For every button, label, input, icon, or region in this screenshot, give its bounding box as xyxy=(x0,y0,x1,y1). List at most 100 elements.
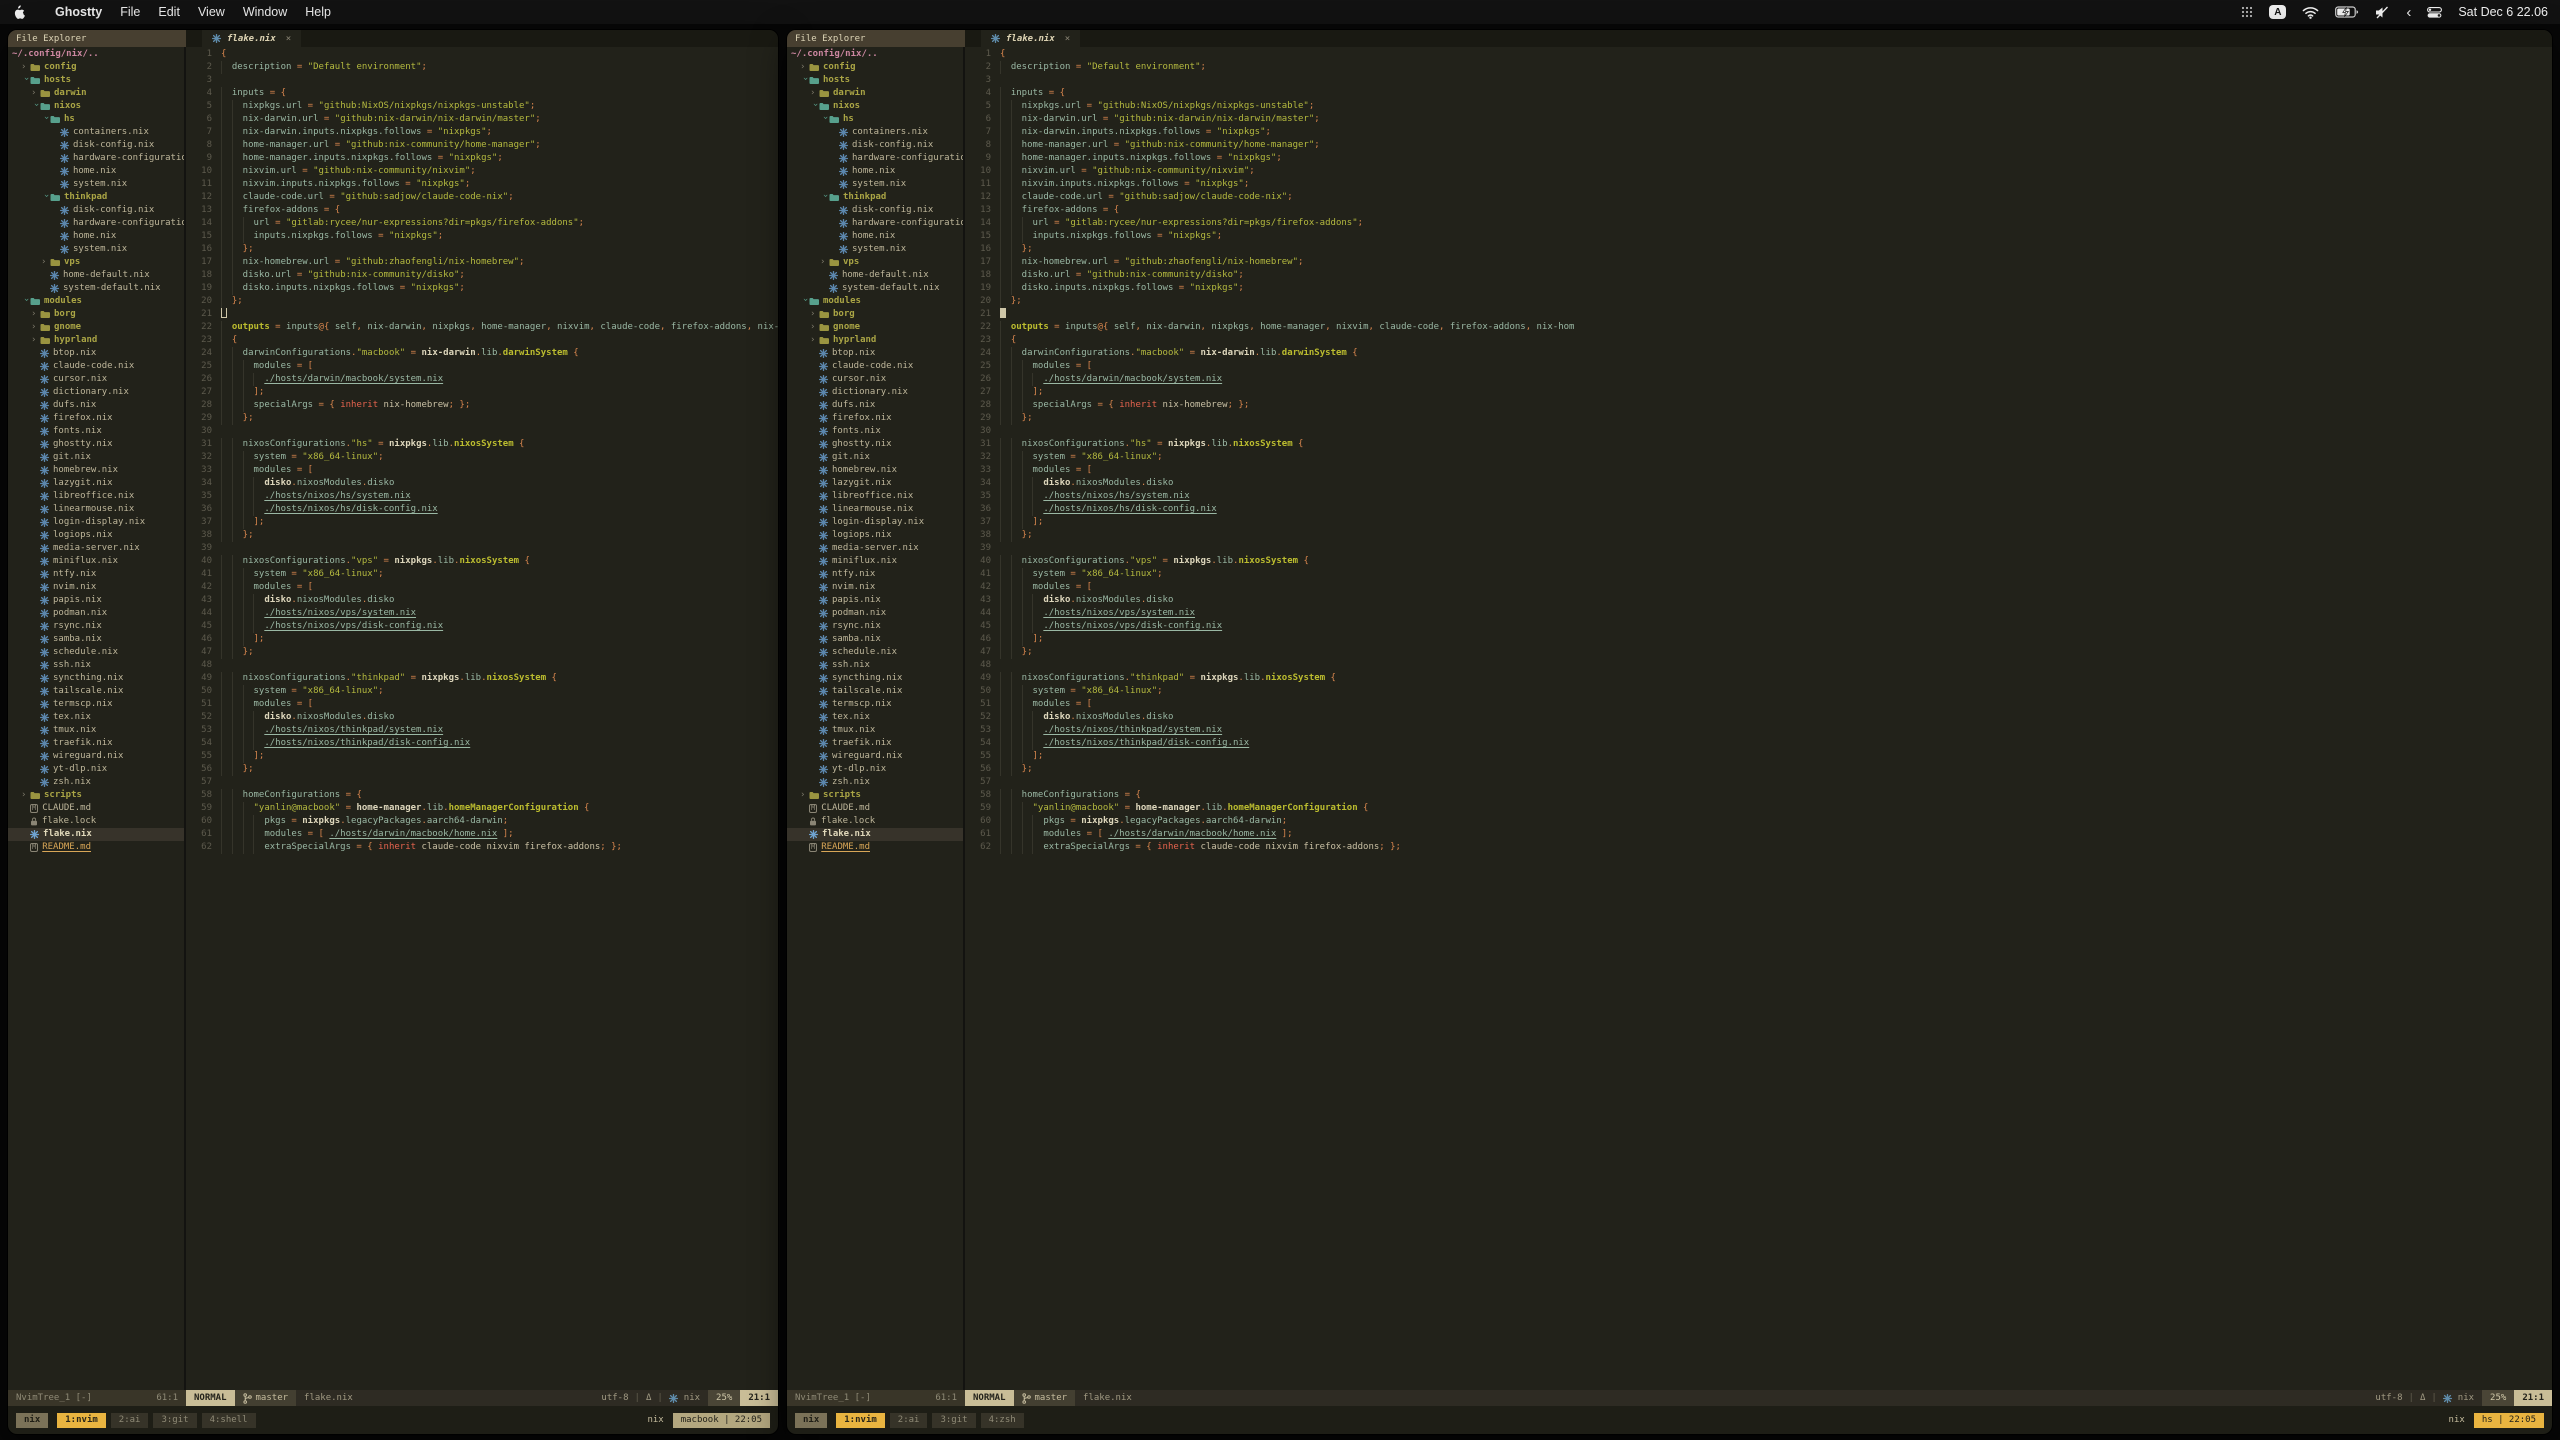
tree-item-login-display.nix[interactable]: login-display.nix xyxy=(8,516,184,529)
code-line[interactable]: 52disko.nixosModules.disko xyxy=(965,711,2552,724)
tree-item-gnome[interactable]: ›gnome xyxy=(8,321,184,334)
chevron-left-icon[interactable]: ‹ xyxy=(2406,5,2411,20)
tree-item-flake.nix[interactable]: flake.nix xyxy=(8,828,184,841)
tree-item-disk-config.nix[interactable]: disk-config.nix xyxy=(787,139,963,152)
code-line[interactable]: 39 xyxy=(186,542,778,555)
tree-item-nixos[interactable]: ›nixos xyxy=(787,100,963,113)
tree-item-system-default.nix[interactable]: system-default.nix xyxy=(8,282,184,295)
tree-item-dufs.nix[interactable]: dufs.nix xyxy=(787,399,963,412)
code-line[interactable]: 15inputs.nixpkgs.follows = "nixpkgs"; xyxy=(965,230,2552,243)
battery-charging-icon[interactable] xyxy=(2335,6,2359,18)
code-line[interactable]: 33modules = [ xyxy=(186,464,778,477)
tree-item-hyprland[interactable]: ›hyprland xyxy=(8,334,184,347)
tree-item-thinkpad[interactable]: ›thinkpad xyxy=(787,191,963,204)
tree-item-CLAUDE.md[interactable]: MCLAUDE.md xyxy=(8,802,184,815)
tree-item-home-default.nix[interactable]: home-default.nix xyxy=(787,269,963,282)
tmux-session[interactable]: nix xyxy=(16,1413,48,1428)
tree-item-darwin[interactable]: ›darwin xyxy=(8,87,184,100)
code-area[interactable]: 1{2description = "Default environment";3… xyxy=(965,47,2552,1390)
tree-item-system.nix[interactable]: system.nix xyxy=(8,243,184,256)
tree-item-tex.nix[interactable]: tex.nix xyxy=(8,711,184,724)
code-line[interactable]: 49nixosConfigurations."thinkpad" = nixpk… xyxy=(965,672,2552,685)
code-line[interactable]: 35./hosts/nixos/hs/system.nix xyxy=(965,490,2552,503)
code-line[interactable]: 16}; xyxy=(186,243,778,256)
code-line[interactable]: 39 xyxy=(965,542,2552,555)
code-line[interactable]: 45./hosts/nixos/vps/disk-config.nix xyxy=(965,620,2552,633)
tree-item-zsh.nix[interactable]: zsh.nix xyxy=(787,776,963,789)
code-line[interactable]: 18disko.url = "github:nix-community/disk… xyxy=(965,269,2552,282)
chevron-down-icon[interactable]: › xyxy=(19,297,32,306)
tree-item-nixos[interactable]: ›nixos xyxy=(8,100,184,113)
tree-item-tmux.nix[interactable]: tmux.nix xyxy=(8,724,184,737)
tree-item-hardware-configuration.nix[interactable]: hardware-configuration.nix xyxy=(787,152,963,165)
tree-item-hs[interactable]: ›hs xyxy=(787,113,963,126)
tree-item-schedule.nix[interactable]: schedule.nix xyxy=(787,646,963,659)
tree-item-samba.nix[interactable]: samba.nix xyxy=(8,633,184,646)
code-line[interactable]: 13firefox-addons = { xyxy=(186,204,778,217)
code-line[interactable]: 59"yanlin@macbook" = home-manager.lib.ho… xyxy=(965,802,2552,815)
tree-item-darwin[interactable]: ›darwin xyxy=(787,87,963,100)
tree-item-ssh.nix[interactable]: ssh.nix xyxy=(8,659,184,672)
tree-item-ssh.nix[interactable]: ssh.nix xyxy=(787,659,963,672)
tree-item-tex.nix[interactable]: tex.nix xyxy=(787,711,963,724)
code-line[interactable]: 28specialArgs = { inherit nix-homebrew; … xyxy=(965,399,2552,412)
menu-item-ghostty[interactable]: Ghostty xyxy=(46,3,111,21)
tree-item-ntfy.nix[interactable]: ntfy.nix xyxy=(8,568,184,581)
tree-item-yt-dlp.nix[interactable]: yt-dlp.nix xyxy=(787,763,963,776)
code-line[interactable]: 42modules = [ xyxy=(186,581,778,594)
mute-icon[interactable] xyxy=(2375,6,2390,19)
tree-item-btop.nix[interactable]: btop.nix xyxy=(8,347,184,360)
tree-item-disk-config.nix[interactable]: disk-config.nix xyxy=(787,204,963,217)
code-line[interactable]: 10nixvim.url = "github:nix-community/nix… xyxy=(186,165,778,178)
tree-item-linearmouse.nix[interactable]: linearmouse.nix xyxy=(787,503,963,516)
chevron-down-icon[interactable]: › xyxy=(798,297,811,306)
tree-item-home.nix[interactable]: home.nix xyxy=(787,230,963,243)
code-line[interactable]: 32system = "x86_64-linux"; xyxy=(186,451,778,464)
tree-item-tailscale.nix[interactable]: tailscale.nix xyxy=(8,685,184,698)
chevron-down-icon[interactable]: › xyxy=(39,115,52,124)
tree-item-scripts[interactable]: ›scripts xyxy=(8,789,184,802)
code-line[interactable]: 56}; xyxy=(186,763,778,776)
tree-item-syncthing.nix[interactable]: syncthing.nix xyxy=(8,672,184,685)
tree-item-lazygit.nix[interactable]: lazygit.nix xyxy=(787,477,963,490)
chevron-right-icon[interactable]: › xyxy=(31,321,40,334)
chevron-down-icon[interactable]: › xyxy=(29,102,42,111)
tree-item-lazygit.nix[interactable]: lazygit.nix xyxy=(8,477,184,490)
tree-item-vps[interactable]: ›vps xyxy=(8,256,184,269)
code-line[interactable]: 30 xyxy=(186,425,778,438)
tree-item-modules[interactable]: ›modules xyxy=(787,295,963,308)
code-line[interactable]: 50system = "x86_64-linux"; xyxy=(965,685,2552,698)
tree-item-cursor.nix[interactable]: cursor.nix xyxy=(8,373,184,386)
tmux-window-2:ai[interactable]: 2:ai xyxy=(890,1413,928,1428)
code-line[interactable]: 48 xyxy=(965,659,2552,672)
tree-item-nvim.nix[interactable]: nvim.nix xyxy=(8,581,184,594)
code-line[interactable]: 37]; xyxy=(186,516,778,529)
tree-item-firefox.nix[interactable]: firefox.nix xyxy=(8,412,184,425)
code-line[interactable]: 56}; xyxy=(965,763,2552,776)
code-line[interactable]: 59"yanlin@macbook" = home-manager.lib.ho… xyxy=(186,802,778,815)
tree-item-ntfy.nix[interactable]: ntfy.nix xyxy=(787,568,963,581)
code-line[interactable]: 58homeConfigurations = { xyxy=(186,789,778,802)
tree-item-wireguard.nix[interactable]: wireguard.nix xyxy=(8,750,184,763)
chevron-down-icon[interactable]: › xyxy=(818,115,831,124)
tree-item-rsync.nix[interactable]: rsync.nix xyxy=(787,620,963,633)
code-line[interactable]: 24darwinConfigurations."macbook" = nix-d… xyxy=(186,347,778,360)
code-line[interactable]: 5nixpkgs.url = "github:NixOS/nixpkgs/nix… xyxy=(186,100,778,113)
code-line[interactable]: 15inputs.nixpkgs.follows = "nixpkgs"; xyxy=(186,230,778,243)
code-line[interactable]: 25modules = [ xyxy=(965,360,2552,373)
code-line[interactable]: 44./hosts/nixos/vps/system.nix xyxy=(186,607,778,620)
code-line[interactable]: 42modules = [ xyxy=(965,581,2552,594)
tree-item-system.nix[interactable]: system.nix xyxy=(787,178,963,191)
tree-root[interactable]: ~/.config/nix/.. xyxy=(8,48,184,61)
code-line[interactable]: 11nixvim.inputs.nixpkgs.follows = "nixpk… xyxy=(965,178,2552,191)
tree-item-containers.nix[interactable]: containers.nix xyxy=(787,126,963,139)
code-line[interactable]: 22outputs = inputs@{ self, nix-darwin, n… xyxy=(186,321,778,334)
tree-item-tmux.nix[interactable]: tmux.nix xyxy=(787,724,963,737)
tree-item-fonts.nix[interactable]: fonts.nix xyxy=(787,425,963,438)
tree-item-firefox.nix[interactable]: firefox.nix xyxy=(787,412,963,425)
tree-item-dufs.nix[interactable]: dufs.nix xyxy=(8,399,184,412)
tree-item-system.nix[interactable]: system.nix xyxy=(8,178,184,191)
code-line[interactable]: 4inputs = { xyxy=(965,87,2552,100)
code-line[interactable]: 2description = "Default environment"; xyxy=(186,61,778,74)
tree-item-samba.nix[interactable]: samba.nix xyxy=(787,633,963,646)
